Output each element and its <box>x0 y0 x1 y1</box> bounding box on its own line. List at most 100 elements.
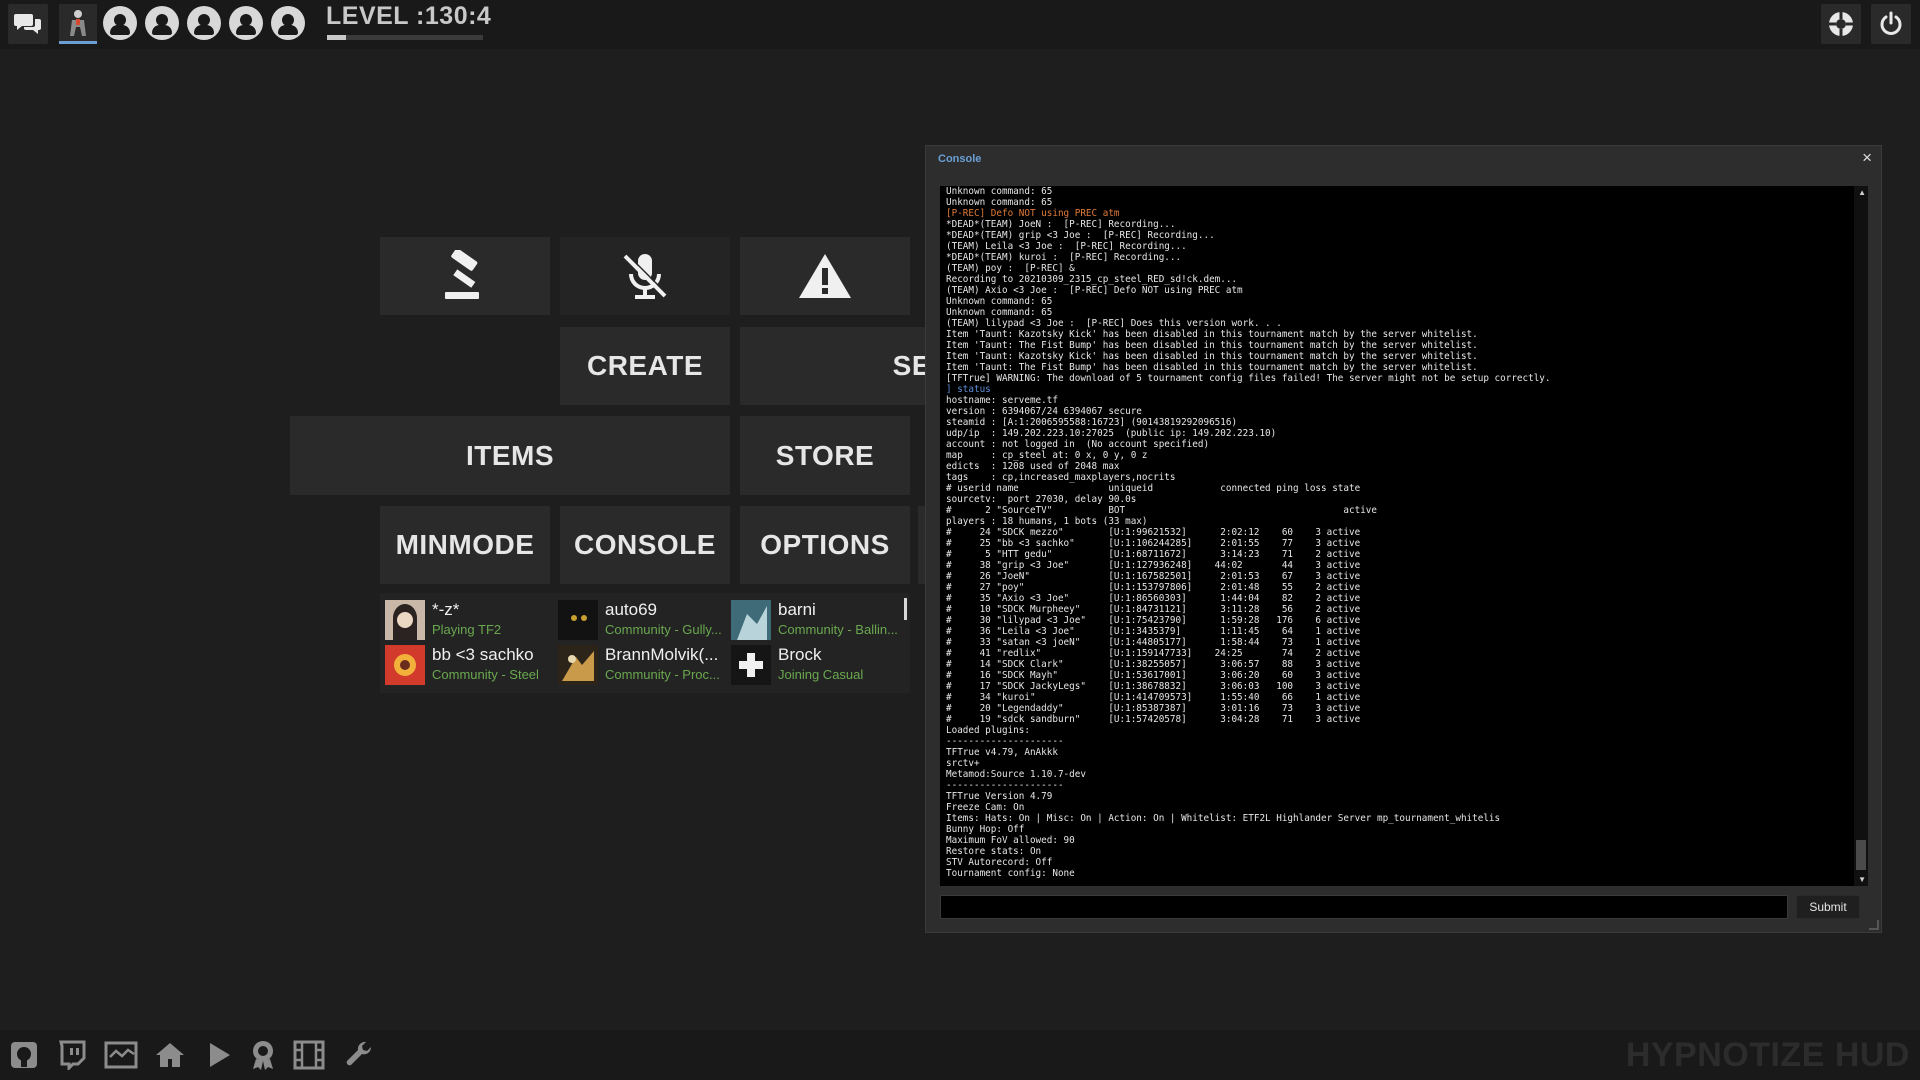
replay-film-icon[interactable] <box>292 1038 326 1072</box>
microphone-muted-icon <box>623 253 668 299</box>
console-line: *DEAD*(TEAM) kuroi : [P-REC] Recording..… <box>946 252 1182 263</box>
player-level: LEVEL :130:4 <box>326 2 492 30</box>
friend-item[interactable]: *-z* Playing TF2 <box>380 596 552 642</box>
friend-status: Playing TF2 <box>432 622 502 637</box>
options-button[interactable]: OPTIONS <box>740 506 910 584</box>
console-line: Freeze Cam: On <box>946 802 1025 813</box>
console-line: (TEAM) Leila <3 Joe : [P-REC] Recording.… <box>946 241 1187 252</box>
scroll-up-icon[interactable]: ▲ <box>1858 188 1866 197</box>
console-line: [TFTrue] WARNING: The download of 5 tour… <box>946 373 1551 384</box>
console-command-input[interactable] <box>940 895 1788 919</box>
friend-item[interactable]: barni Community - Ballin... <box>726 596 898 642</box>
create-button[interactable]: CREATE <box>560 327 730 405</box>
github-icon[interactable] <box>7 1038 41 1072</box>
power-icon[interactable] <box>1871 4 1911 44</box>
level-progress-bar <box>327 35 483 40</box>
console-line: map : cp_steel at: 0 x, 0 y, 0 z <box>946 450 1148 461</box>
party-slot-avatar-icon[interactable] <box>145 6 179 40</box>
twitch-icon[interactable] <box>55 1038 89 1072</box>
mute-voice-button[interactable] <box>560 237 730 315</box>
console-line: # 33 "satan <3 joeN" [U:1:44805177] 1:58… <box>946 637 1361 648</box>
console-output[interactable]: Unknown command: 65 Unknown command: 65 [P… <box>940 186 1868 886</box>
minmode-button[interactable]: MINMODE <box>380 506 550 584</box>
console-title: Console <box>938 153 982 165</box>
console-line: ] status <box>946 384 991 395</box>
console-line: # 38 "grip <3 Joe" [U:1:127936248] 44:02… <box>946 560 1361 571</box>
friend-avatar <box>385 645 425 685</box>
party-slot-avatar-icon[interactable] <box>271 6 305 40</box>
console-line: (TEAM) poy : [P-REC] & <box>946 263 1075 274</box>
console-line: # 5 "HTT gedu" [U:1:68711672] 3:14:23 71… <box>946 549 1361 560</box>
friends-scrollbar[interactable] <box>904 598 907 620</box>
console-line: Unknown command: 65 <box>946 307 1053 318</box>
party-slot-avatar-icon[interactable] <box>103 6 137 40</box>
console-line: # 41 "redlix" [U:1:159147733] 24:25 74 2… <box>946 648 1361 659</box>
friend-name: barni <box>778 600 816 619</box>
submit-button[interactable]: Submit <box>1796 895 1860 919</box>
report-warning-button[interactable] <box>740 237 910 315</box>
console-line: Unknown command: 65 <box>946 197 1053 208</box>
console-line: STV Autorecord: Off <box>946 857 1053 868</box>
friend-avatar <box>558 600 598 640</box>
console-button[interactable]: CONSOLE <box>560 506 730 584</box>
friend-name: bb <3 sachko <box>432 645 534 664</box>
scroll-thumb[interactable] <box>1856 840 1866 870</box>
scroll-down-icon[interactable]: ▼ <box>1858 875 1866 884</box>
achievement-medal-icon[interactable] <box>246 1038 280 1072</box>
console-line: TFTrue Version 4.79 <box>946 791 1053 802</box>
friend-item[interactable]: BrannMolvik(... Community - Proc... <box>553 641 725 687</box>
close-icon[interactable]: × <box>1862 148 1872 168</box>
console-scrollbar[interactable]: ▲ ▼ <box>1854 186 1868 886</box>
console-line: # 19 "sdck sandburn" [U:1:57420578] 3:04… <box>946 714 1361 725</box>
console-line: # 2 "SourceTV" BOT active <box>946 505 1377 516</box>
hud-brand-logo: HYPNOTIZE HUD <box>1625 1036 1910 1074</box>
console-line: Item 'Taunt: The Fist Bump' has been dis… <box>946 362 1478 373</box>
wrench-icon[interactable] <box>342 1038 376 1072</box>
console-line: *DEAD*(TEAM) grip <3 Joe : [P-REC] Recor… <box>946 230 1215 241</box>
server-browser-label: SE <box>892 350 925 381</box>
console-line: # 10 "SDCK Murpheey" [U:1:84731121] 3:11… <box>946 604 1361 615</box>
console-line: tags : cp,increased_maxplayers,nocrits <box>946 472 1176 483</box>
friend-item[interactable]: Brock Joining Casual <box>726 641 898 687</box>
resize-grip[interactable] <box>1869 920 1879 930</box>
friend-name: Brock <box>778 645 822 664</box>
bottom-bar: HYPNOTIZE HUD <box>0 1030 1920 1080</box>
console-line: # 24 "SDCK mezzo" [U:1:99621532] 2:02:12… <box>946 527 1361 538</box>
console-line: # 16 "SDCK Mayh" [U:1:53617001] 3:06:20 … <box>946 670 1361 681</box>
player-character-avatar[interactable] <box>59 4 97 44</box>
console-line: # 17 "SDCK JackyLegs" [U:1:38678832] 3:0… <box>946 681 1361 692</box>
console-line: # 36 "Leila <3 Joe" [U:1:3435379] 1:11:4… <box>946 626 1361 637</box>
friend-status: Community - Steel <box>432 667 539 682</box>
items-button[interactable]: ITEMS <box>290 416 730 495</box>
party-slot-avatar-icon[interactable] <box>187 6 221 40</box>
console-line: [P-REC] Defo NOT using PREC atm <box>946 208 1120 219</box>
friend-name: auto69 <box>605 600 657 619</box>
tile-edge <box>918 506 925 584</box>
console-window: Console × Unknown command: 65 Unknown com… <box>925 145 1882 933</box>
console-line: *DEAD*(TEAM) JoeN : [P-REC] Recording... <box>946 219 1176 230</box>
console-line: # 26 "JoeN" [U:1:167582501] 2:01:53 67 3… <box>946 571 1361 582</box>
console-line: --------------------- <box>946 736 1064 747</box>
friend-item[interactable]: bb <3 sachko Community - Steel <box>380 641 552 687</box>
console-line: edicts : 1208 used of 2048 max <box>946 461 1120 472</box>
warning-icon <box>799 254 851 298</box>
party-slot-avatar-icon[interactable] <box>229 6 263 40</box>
friends-list: *-z* Playing TF2 auto69 Community - Gull… <box>380 593 910 693</box>
report-gavel-button[interactable] <box>380 237 550 315</box>
friend-status: Joining Casual <box>778 667 864 682</box>
console-line: players : 18 humans, 1 bots (33 max) <box>946 516 1148 527</box>
friend-item[interactable]: auto69 Community - Gully... <box>553 596 725 642</box>
home-icon[interactable] <box>153 1038 187 1072</box>
server-browser-button[interactable]: SE <box>740 327 925 405</box>
server-list-icon[interactable] <box>104 1038 138 1072</box>
friend-avatar <box>385 600 425 640</box>
console-line: sourcetv: port 27030, delay 90.0s <box>946 494 1137 505</box>
console-line: Item 'Taunt: Kazotsky Kick' has been dis… <box>946 329 1478 340</box>
play-icon[interactable] <box>202 1038 236 1072</box>
console-line: # 25 "bb <3 sachko" [U:1:106244285] 2:01… <box>946 538 1361 549</box>
gavel-icon <box>445 250 479 299</box>
chat-icon[interactable] <box>8 4 48 44</box>
console-line: # 20 "Legendaddy" [U:1:85387387] 3:01:16… <box>946 703 1361 714</box>
store-button[interactable]: STORE <box>740 416 910 495</box>
settings-wheel-icon[interactable] <box>1821 4 1861 44</box>
